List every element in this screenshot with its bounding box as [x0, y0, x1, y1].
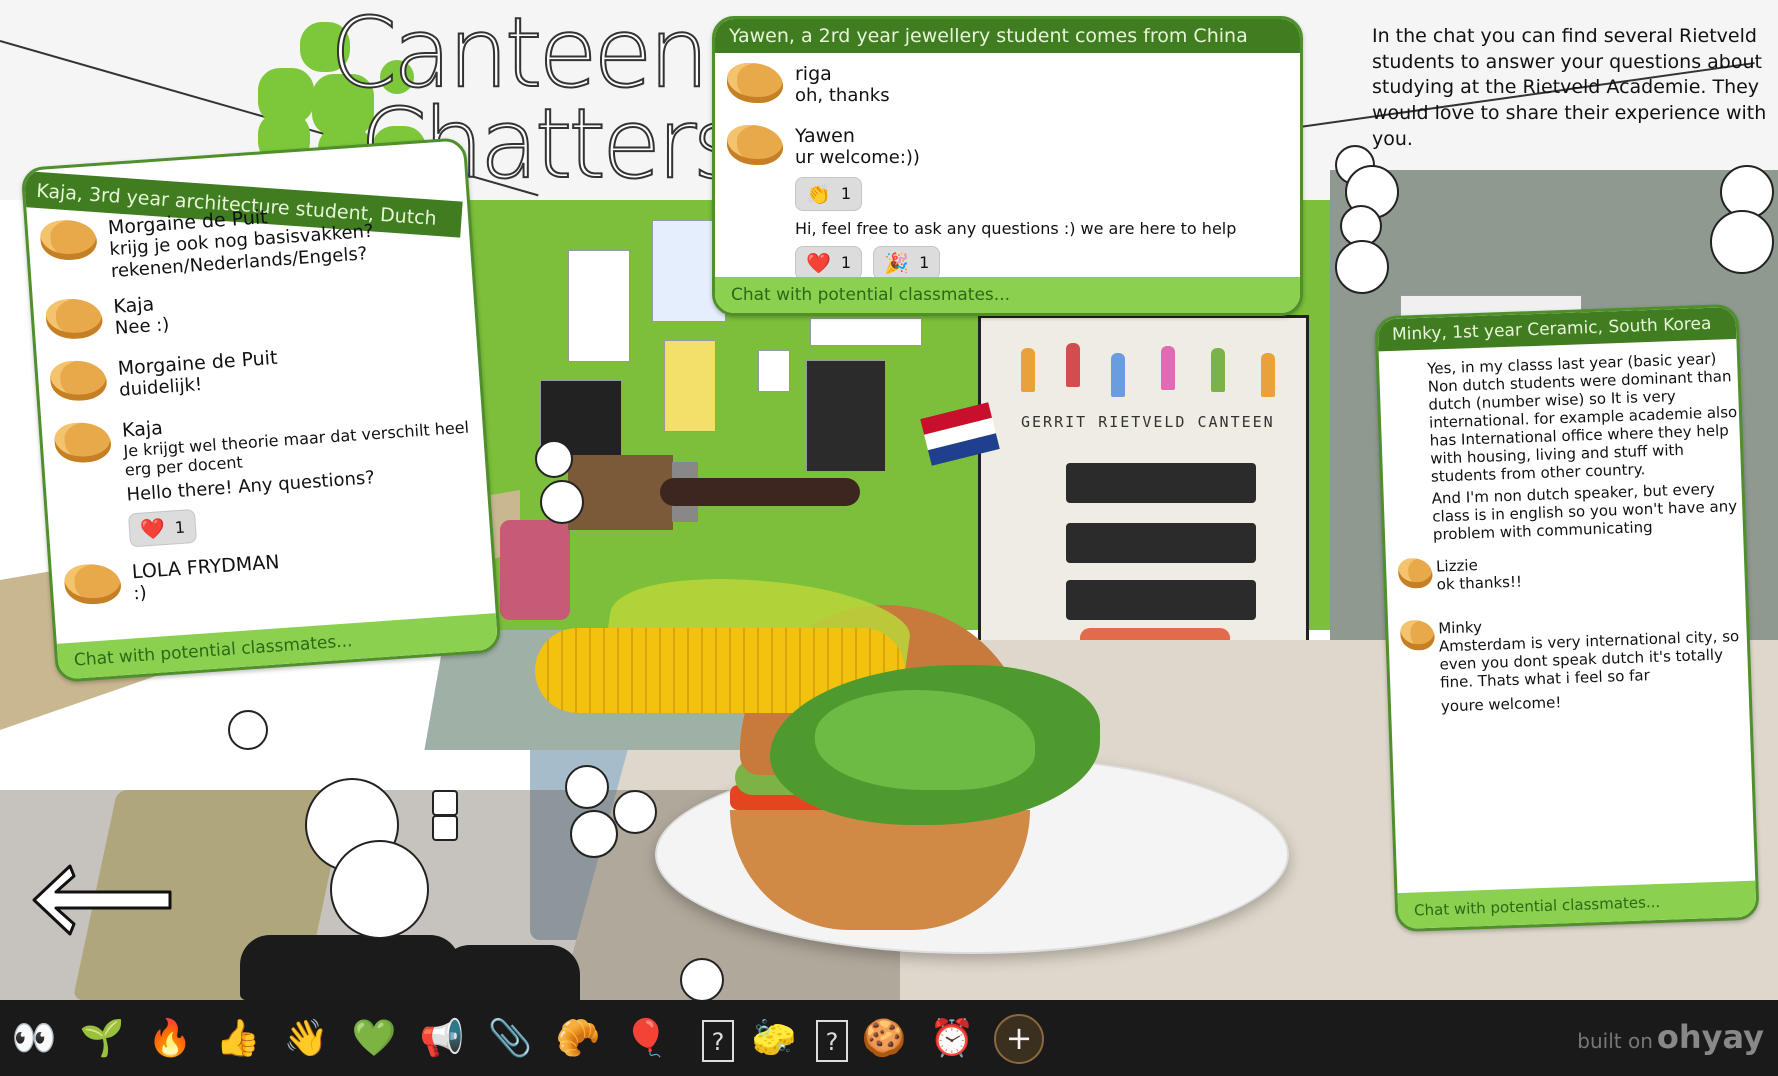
cloud-decoration: [432, 815, 458, 841]
balloon-icon[interactable]: 🎈: [620, 1016, 672, 1062]
message-text: ur welcome:)): [795, 147, 920, 168]
chat-message: 🥐 LOLA FRYDMAN :): [59, 536, 493, 614]
poster: [568, 250, 630, 362]
green-heart-icon[interactable]: 💚: [348, 1016, 400, 1062]
unknown-icon[interactable]: ?: [702, 1020, 734, 1062]
megaphone-icon[interactable]: 📢: [416, 1016, 468, 1062]
croissant-icon[interactable]: 🥐: [552, 1016, 604, 1062]
chair: [500, 520, 570, 620]
party-popper-icon: 🎉: [884, 250, 910, 275]
clapping-hands-icon: 👏: [806, 181, 831, 206]
message-author: Yawen: [795, 125, 855, 147]
cloud-decoration: [228, 710, 268, 750]
message-text: oh, thanks: [795, 85, 890, 106]
paintbrush: [660, 478, 860, 506]
croissant-avatar-icon: 🥐: [39, 218, 98, 262]
cloud-decoration: [432, 790, 458, 816]
cloud-decoration: [1710, 210, 1774, 274]
reaction-count: 1: [174, 517, 186, 537]
croissant-avatar-icon: 🥐: [1399, 619, 1436, 651]
panel-title: Yawen, a 2rd year jewellery student come…: [715, 19, 1300, 53]
cloud-decoration: [680, 958, 724, 1000]
cloud-decoration: [540, 480, 584, 524]
poster: [758, 350, 790, 392]
poster: [810, 318, 922, 346]
cloud-decoration: [535, 440, 573, 478]
boot: [440, 945, 580, 1000]
canteen-painting: GERRIT RIETVELD CANTEEN: [978, 315, 1309, 646]
eyes-icon[interactable]: 👀: [8, 1016, 60, 1062]
cloud-decoration: [613, 790, 657, 834]
croissant-avatar-icon: 🥐: [49, 358, 108, 403]
croissant-avatar-icon: 🥐: [727, 125, 783, 165]
cloud-decoration: [330, 840, 429, 939]
built-on-ohyay-link[interactable]: built on ohyay: [1577, 1018, 1764, 1056]
chat-panel-minky[interactable]: Minky, 1st year Ceramic, South Korea Yes…: [1374, 303, 1760, 933]
reaction-count: 1: [840, 184, 852, 204]
message-text: Yes, in my classs last year (basic year)…: [1426, 349, 1738, 486]
reaction-heart[interactable]: ❤️ 1: [127, 509, 198, 548]
sponge-icon[interactable]: 🧽: [748, 1016, 800, 1062]
message-text: And I'm non dutch speaker, but every cla…: [1431, 479, 1738, 544]
chat-message: Yes, in my classs last year (basic year)…: [1387, 349, 1743, 545]
croissant-avatar-icon: 🥐: [53, 420, 113, 465]
chat-panel-yawen[interactable]: Yawen, a 2rd year jewellery student come…: [712, 16, 1303, 316]
chat-message: 🥐 Yawen ur welcome:)) 👏 1 Hi, feel free …: [723, 125, 1300, 280]
reaction-count: 1: [840, 253, 852, 273]
reaction-heart[interactable]: ❤️ 1: [795, 245, 863, 280]
poster: [664, 340, 716, 432]
add-icon[interactable]: +: [994, 1014, 1044, 1064]
paintbrush: [568, 455, 673, 530]
painting-text: GERRIT RIETVELD CANTEEN: [1021, 413, 1275, 431]
cloud-decoration: [565, 765, 609, 809]
cookie-icon[interactable]: 🍪: [858, 1016, 910, 1062]
cloud-decoration: [1335, 240, 1389, 294]
chat-message: 🥐 Kaja Je krijgt wel theorie maar dat ve…: [50, 395, 490, 553]
chat-message: 🥐 Minky Amsterdam is very international …: [1396, 609, 1749, 717]
chat-message: 🥐 riga oh, thanks: [723, 63, 1300, 111]
cloud-decoration: [570, 810, 618, 858]
boot: [240, 935, 460, 1000]
ohyay-brand: ohyay: [1656, 1018, 1764, 1056]
thumbs-up-icon[interactable]: 👍: [212, 1016, 264, 1062]
paperclip-icon[interactable]: 📎: [484, 1016, 536, 1062]
built-on-label: built on: [1577, 1029, 1653, 1053]
heart-icon: ❤️: [139, 516, 166, 542]
alarm-clock-icon[interactable]: ⏰: [926, 1016, 978, 1062]
croissant-avatar-icon: 🥐: [63, 562, 123, 607]
croissant-avatar-icon: 🥐: [1397, 557, 1433, 589]
logo-line-1: Canteen: [329, 0, 710, 109]
reaction-party[interactable]: 🎉 1: [873, 245, 941, 280]
panel-title: Minky, 1st year Ceramic, South Korea: [1377, 306, 1737, 352]
chat-panel-kaja[interactable]: Kaja, 3rd year architecture student, Dut…: [20, 137, 502, 683]
chat-input-prompt[interactable]: Chat with potential classmates...: [715, 277, 1300, 313]
message-text: youre welcome!: [1440, 693, 1562, 716]
seedling-icon[interactable]: 🌱: [76, 1016, 128, 1062]
reaction-toolbar: 👀 🌱 🔥 👍 👋 💚 📢 📎 🥐 🎈 ? 🧽 ? 🍪 ⏰ + built on…: [0, 1000, 1778, 1076]
back-arrow-button[interactable]: [30, 860, 175, 940]
poster: [806, 360, 886, 472]
chat-message: 🥐 Lizzie ok thanks!!: [1394, 547, 1745, 607]
message-author: riga: [795, 63, 832, 85]
croissant-avatar-icon: 🥐: [727, 63, 783, 103]
reaction-clap[interactable]: 👏 1: [795, 176, 863, 211]
intro-text: In the chat you can find several Rietvel…: [1372, 25, 1767, 150]
heart-icon: ❤️: [806, 250, 831, 275]
message-text: Amsterdam is very international city, so…: [1438, 627, 1740, 692]
message-text: Hi, feel free to ask any questions :) we…: [795, 218, 1237, 238]
arrow-left-icon: [32, 864, 172, 936]
fire-icon[interactable]: 🔥: [144, 1016, 196, 1062]
waving-hand-icon[interactable]: 👋: [280, 1016, 332, 1062]
unknown-icon[interactable]: ?: [816, 1020, 848, 1062]
croissant-avatar-icon: 🥐: [44, 297, 104, 341]
reaction-count: 1: [919, 253, 930, 273]
